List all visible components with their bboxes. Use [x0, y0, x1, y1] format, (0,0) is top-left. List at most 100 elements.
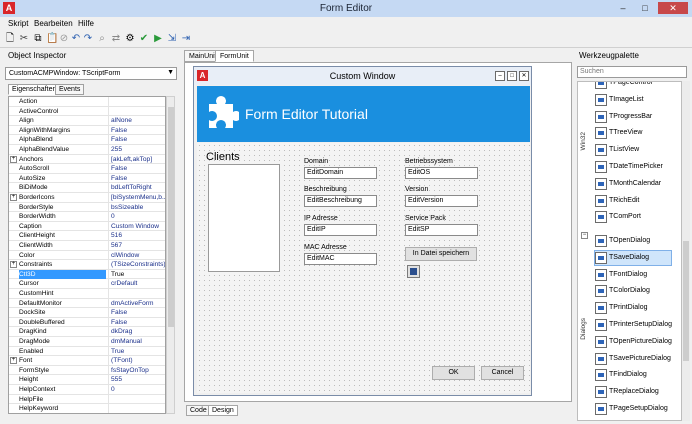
palette-item[interactable]: TSavePictureDialog — [595, 352, 671, 366]
check-syntax-icon[interactable]: ✔ — [138, 33, 150, 45]
property-value[interactable]: 567 — [108, 241, 165, 250]
property-row[interactable]: BiDiMode bdLeftToRight — [9, 183, 165, 193]
paste-icon[interactable]: 📋 — [46, 33, 58, 45]
minimize-button[interactable]: – — [614, 2, 632, 14]
save-icon-button[interactable] — [407, 265, 420, 278]
palette-item[interactable]: TOpenDialog — [595, 234, 671, 248]
form-maximize-button[interactable]: □ — [507, 71, 517, 81]
mac-edit[interactable]: EditMAC — [304, 253, 377, 265]
property-value[interactable] — [108, 394, 165, 404]
palette-item[interactable]: TTreeView — [595, 126, 671, 140]
property-grid-scrollbar[interactable] — [166, 96, 175, 414]
property-row[interactable]: AlignWithMargins False — [9, 125, 165, 136]
domain-edit[interactable]: EditDomain — [304, 167, 377, 179]
chevron-down-icon[interactable]: ▼ — [167, 69, 174, 76]
property-value[interactable]: False — [108, 125, 165, 135]
property-value[interactable]: 0 — [108, 212, 165, 222]
property-value[interactable]: dmManual — [108, 337, 165, 346]
category-dialogs-expander[interactable]: − — [581, 232, 588, 239]
property-value[interactable]: False — [108, 317, 165, 327]
property-row[interactable]: ClientWidth 567 — [9, 241, 165, 251]
property-value[interactable]: True — [108, 346, 165, 356]
redo-icon[interactable]: ↷ — [82, 33, 94, 45]
description-edit[interactable]: EditBeschreibung — [304, 195, 377, 207]
palette-item[interactable]: TPrinterSetupDialog — [595, 318, 672, 332]
palette-item[interactable]: TSaveDialog — [594, 249, 672, 266]
property-value[interactable]: bsSizeable — [108, 202, 165, 212]
property-row[interactable]: Height 555 — [9, 375, 165, 385]
property-row[interactable]: + Font (TFont) — [9, 356, 165, 366]
step-into-icon[interactable]: ⇲ — [166, 33, 178, 45]
property-row[interactable]: BorderWidth 0 — [9, 212, 165, 222]
scrollbar-thumb[interactable] — [168, 107, 174, 327]
expand-icon[interactable]: + — [10, 357, 17, 365]
property-value[interactable]: False — [108, 308, 165, 318]
property-row[interactable]: DoubleBuffered False — [9, 317, 165, 328]
scrollbar-thumb[interactable] — [683, 241, 689, 361]
service-pack-edit[interactable]: EditSP — [405, 224, 478, 236]
replace-icon[interactable]: ⇄ — [110, 33, 122, 45]
property-value[interactable]: crDefault — [108, 279, 165, 289]
property-row[interactable]: Caption Custom Window — [9, 221, 165, 232]
property-row[interactable]: AlphaBlend False — [9, 135, 165, 145]
property-row[interactable]: DockSite False — [9, 308, 165, 318]
banner-panel[interactable]: Form Editor Tutorial — [197, 86, 530, 142]
property-value[interactable]: dmActiveForm — [108, 298, 165, 308]
expand-icon[interactable]: + — [10, 261, 17, 269]
property-row[interactable]: FormStyle fsStayOnTop — [9, 365, 165, 376]
property-row[interactable]: ActiveControl — [9, 106, 165, 117]
tab-eigenschaften[interactable]: Eigenschaften — [8, 84, 61, 95]
category-win32-label[interactable]: Win32 — [580, 132, 587, 150]
property-row[interactable]: Color clWindow — [9, 250, 165, 261]
undo-icon[interactable]: ↶ — [70, 33, 82, 45]
close-button[interactable]: ✕ — [658, 2, 688, 14]
search-icon[interactable]: ⌕ — [96, 33, 108, 45]
palette-item[interactable]: TOpenPictureDialog — [595, 335, 672, 349]
cut-icon[interactable]: ✂ — [18, 33, 30, 45]
property-row[interactable]: + BorderIcons [biSystemMenu,b... — [9, 193, 165, 203]
expand-icon[interactable]: + — [10, 194, 17, 201]
expand-icon[interactable]: + — [10, 155, 17, 163]
property-row[interactable]: HelpKeyword — [9, 404, 165, 413]
tab-formunit[interactable]: FormUnit — [215, 50, 254, 62]
property-value[interactable]: fsStayOnTop — [108, 365, 165, 375]
property-row[interactable]: AutoScroll False — [9, 164, 165, 174]
palette-item[interactable]: TRichEdit — [595, 194, 671, 208]
menu-skript[interactable]: Skript — [8, 19, 28, 28]
property-row[interactable]: DefaultMonitor dmActiveForm — [9, 298, 165, 309]
clients-listbox[interactable] — [208, 164, 280, 272]
property-row[interactable]: DragKind dkDrag — [9, 327, 165, 337]
palette-item[interactable]: TImageList — [595, 93, 671, 107]
palette-search-input[interactable]: Suchen — [577, 66, 687, 78]
property-row[interactable]: Enabled True — [9, 346, 165, 357]
property-value[interactable]: True — [108, 269, 165, 279]
maximize-button[interactable]: □ — [636, 2, 654, 14]
form-minimize-button[interactable]: – — [495, 71, 505, 81]
property-value[interactable]: Custom Window — [108, 221, 165, 231]
palette-item[interactable]: TFindDialog — [595, 368, 671, 382]
ok-button[interactable]: OK — [432, 366, 475, 380]
palette-item[interactable]: TComPort — [595, 210, 671, 224]
property-row[interactable]: AlphaBlendValue 255 — [9, 145, 165, 155]
gear-icon[interactable]: ⚙ — [124, 33, 136, 45]
property-value[interactable] — [108, 97, 165, 106]
property-row[interactable]: HelpFile — [9, 394, 165, 405]
category-dialogs-label[interactable]: Dialogs — [580, 318, 587, 340]
property-value[interactable]: alNone — [108, 116, 165, 126]
ip-edit[interactable]: EditIP — [304, 224, 377, 236]
property-value[interactable] — [108, 106, 165, 116]
property-row[interactable]: BorderStyle bsSizeable — [9, 202, 165, 213]
property-value[interactable]: dkDrag — [108, 327, 165, 337]
palette-item[interactable]: TColorDialog — [595, 284, 671, 298]
property-value[interactable]: False — [108, 164, 165, 174]
palette-scrollbar[interactable] — [682, 81, 690, 421]
property-row[interactable]: + Anchors [akLeft,akTop] — [9, 154, 165, 165]
property-value[interactable]: [biSystemMenu,b... — [108, 193, 165, 202]
custom-window-form[interactable]: A Custom Window – □ ✕ Form Editor Tutori… — [193, 66, 532, 396]
property-row[interactable]: CustomHint — [9, 289, 165, 299]
property-value[interactable]: (TFont) — [108, 356, 165, 366]
palette-item[interactable]: TDateTimePicker — [595, 160, 671, 174]
property-value[interactable] — [108, 289, 165, 298]
property-row[interactable]: Action — [9, 97, 165, 107]
tab-design[interactable]: Design — [208, 405, 238, 416]
